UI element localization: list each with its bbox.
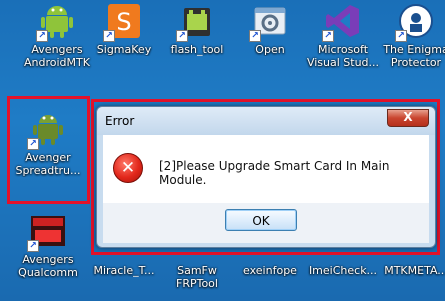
shortcut-arrow-icon: ↗ <box>36 30 48 42</box>
icon-label: MTKMETA... <box>384 264 445 277</box>
desktop-icon-flash-tool[interactable]: ↗ flash_tool <box>157 2 237 56</box>
dialog-message: [2]Please Upgrade Smart Card In Main Mod… <box>159 159 390 187</box>
android-robot-icon: ↗ <box>27 110 67 150</box>
icon-label: SigmaKey <box>96 43 152 56</box>
svg-text:S: S <box>116 8 131 36</box>
error-dialog: Error X ✕ [2]Please Upgrade Smart Card I… <box>96 106 436 248</box>
avengers-box-icon: ↗ <box>27 212 67 252</box>
desktop-icon-sigmakey[interactable]: S ↗ SigmaKey <box>84 2 164 56</box>
desktop: ↗ Avengers AndroidMTK S ↗ SigmaKey ↗ fla… <box>0 0 445 301</box>
visual-studio-icon: ↗ <box>322 2 362 42</box>
desktop-icon-open[interactable]: ↗ Open <box>230 2 310 56</box>
icon-label: exeinfope <box>243 264 297 277</box>
android-robot-icon: ↗ <box>36 2 76 42</box>
desktop-icon-avenger-spreadtrum[interactable]: ↗ Avenger Spreadtru... <box>10 110 86 177</box>
shortcut-arrow-icon: ↗ <box>103 30 115 42</box>
shortcut-arrow-icon: ↗ <box>395 30 407 42</box>
error-x-icon: ✕ <box>113 153 143 183</box>
flash-tool-android-icon: ↗ <box>176 2 216 42</box>
icon-label: The Enigma Protector <box>383 43 445 69</box>
icon-label: ImeiCheck... <box>308 264 378 277</box>
sigmakey-s-icon: S ↗ <box>103 2 143 42</box>
shortcut-arrow-icon: ↗ <box>27 240 39 252</box>
icon-label: Avengers Qualcomm <box>18 253 78 279</box>
icon-label: flash_tool <box>170 43 224 56</box>
shortcut-arrow-icon: ↗ <box>27 138 39 150</box>
enigma-protector-icon: ↗ <box>395 2 435 42</box>
ok-button[interactable]: OK <box>225 209 297 231</box>
icon-label: Miracle_T... <box>93 264 155 277</box>
icon-label: Microsoft Visual Stud... <box>306 43 380 69</box>
close-button[interactable]: X <box>387 109 429 127</box>
icon-label: Open <box>255 43 285 56</box>
shortcut-arrow-icon: ↗ <box>249 30 261 42</box>
icon-label: Avenger Spreadtru... <box>15 151 81 177</box>
dialog-title: Error <box>105 114 135 128</box>
settings-window-icon: ↗ <box>249 2 289 42</box>
dialog-titlebar[interactable]: Error X <box>97 107 435 135</box>
desktop-icon-visual-studio[interactable]: ↗ Microsoft Visual Stud... <box>303 2 383 69</box>
dialog-body: ✕ [2]Please Upgrade Smart Card In Main M… <box>103 135 429 203</box>
shortcut-arrow-icon: ↗ <box>322 30 334 42</box>
shortcut-arrow-icon: ↗ <box>176 30 188 42</box>
desktop-icon-avengers-qualcomm[interactable]: ↗ Avengers Qualcomm <box>8 212 88 279</box>
icon-label: SamFw FRPTool <box>176 264 218 290</box>
dialog-footer: OK <box>103 203 429 243</box>
desktop-icon-enigma-protector[interactable]: ↗ The Enigma Protector <box>376 2 445 69</box>
